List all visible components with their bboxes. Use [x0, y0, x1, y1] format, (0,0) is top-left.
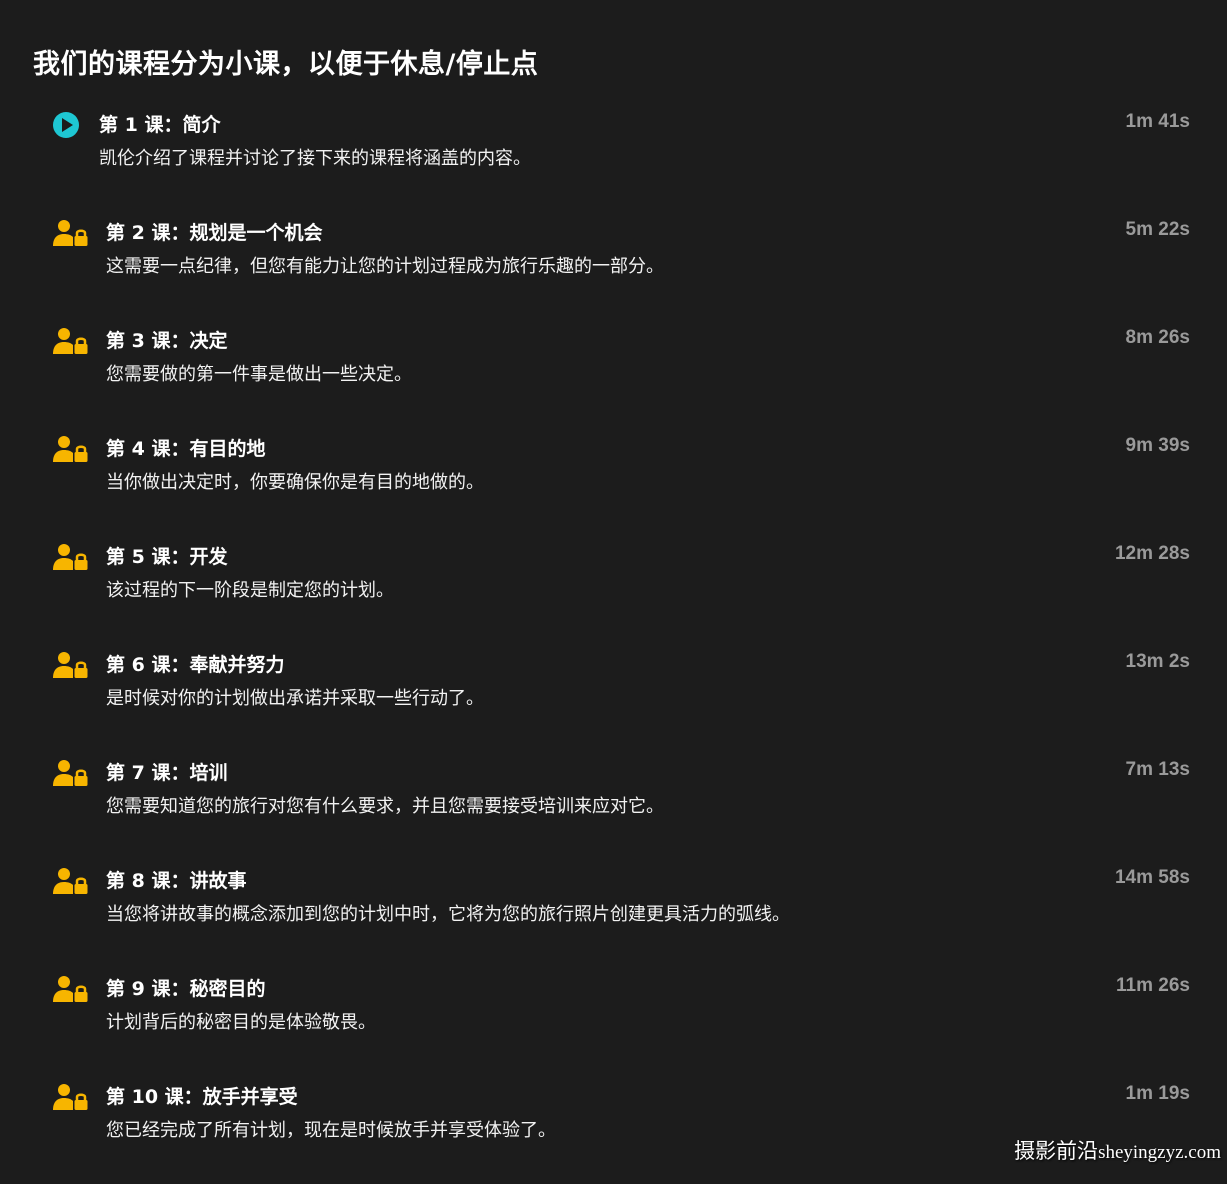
locked-user-icon — [52, 218, 88, 248]
lesson-duration: 14m 58s — [1114, 867, 1190, 888]
lesson-duration: 5m 22s — [1125, 219, 1190, 240]
lesson-duration: 9m 39s — [1125, 435, 1190, 456]
lesson-list: 第 1 课：简介 凯伦介绍了课程并讨论了接下来的课程将涵盖的内容。 1m 41s… — [0, 104, 1227, 1184]
lesson-title[interactable]: 第 5 课：开发 — [106, 542, 227, 569]
lesson-item-3[interactable]: 第 3 课：决定 您需要做的第一件事是做出一些决定。 8m 26s — [0, 320, 1227, 428]
lesson-title[interactable]: 第 8 课：讲故事 — [106, 866, 246, 893]
locked-user-icon — [52, 758, 88, 788]
watermark: 摄影前沿sheyingzyz.com — [1014, 1135, 1221, 1165]
locked-user-icon — [52, 650, 88, 680]
lesson-item-6[interactable]: 第 6 课：奉献并努力 是时候对你的计划做出承诺并采取一些行动了。 13m 2s — [0, 644, 1227, 752]
lesson-item-8[interactable]: 第 8 课：讲故事 当您将讲故事的概念添加到您的计划中时，它将为您的旅行照片创建… — [0, 860, 1227, 968]
lesson-description: 计划背后的秘密目的是体验敬畏。 — [106, 1012, 376, 1033]
watermark-url: sheyingzyz.com — [1098, 1142, 1221, 1163]
locked-user-icon — [52, 434, 88, 464]
lesson-item-2[interactable]: 第 2 课：规划是一个机会 这需要一点纪律，但您有能力让您的计划过程成为旅行乐趣… — [0, 212, 1227, 320]
lesson-duration: 8m 26s — [1125, 327, 1190, 348]
lesson-title[interactable]: 第 9 课：秘密目的 — [106, 974, 265, 1001]
lesson-duration: 13m 2s — [1125, 651, 1190, 672]
lesson-description: 是时候对你的计划做出承诺并采取一些行动了。 — [106, 688, 484, 709]
lesson-item-1[interactable]: 第 1 课：简介 凯伦介绍了课程并讨论了接下来的课程将涵盖的内容。 1m 41s — [0, 104, 1227, 212]
lesson-description: 这需要一点纪律，但您有能力让您的计划过程成为旅行乐趣的一部分。 — [106, 256, 664, 277]
lesson-title[interactable]: 第 2 课：规划是一个机会 — [106, 218, 322, 245]
lesson-description: 您已经完成了所有计划，现在是时候放手并享受体验了。 — [106, 1120, 556, 1141]
locked-user-icon — [52, 326, 88, 356]
page-title: 我们的课程分为小课，以便于休息/停止点 — [33, 49, 539, 80]
lesson-description: 该过程的下一阶段是制定您的计划。 — [106, 580, 394, 601]
lesson-description: 当你做出决定时，你要确保你是有目的地做的。 — [106, 472, 484, 493]
lesson-duration: 7m 13s — [1125, 759, 1190, 780]
watermark-text: 摄影前沿 — [1014, 1139, 1099, 1163]
lesson-description: 凯伦介绍了课程并讨论了接下来的课程将涵盖的内容。 — [99, 148, 531, 169]
lesson-item-4[interactable]: 第 4 课：有目的地 当你做出决定时，你要确保你是有目的地做的。 9m 39s — [0, 428, 1227, 536]
lesson-description: 您需要做的第一件事是做出一些决定。 — [106, 364, 412, 385]
locked-user-icon — [52, 974, 88, 1004]
lesson-duration: 12m 28s — [1114, 543, 1190, 564]
lesson-duration: 11m 26s — [1116, 975, 1190, 996]
lesson-duration: 1m 41s — [1125, 111, 1190, 132]
lesson-title[interactable]: 第 6 课：奉献并努力 — [106, 650, 284, 677]
lesson-title[interactable]: 第 1 课：简介 — [99, 110, 220, 137]
lesson-item-7[interactable]: 第 7 课：培训 您需要知道您的旅行对您有什么要求，并且您需要接受培训来应对它。… — [0, 752, 1227, 860]
lesson-title[interactable]: 第 7 课：培训 — [106, 758, 227, 785]
lesson-title[interactable]: 第 3 课：决定 — [106, 326, 227, 353]
locked-user-icon — [52, 866, 88, 896]
locked-user-icon — [52, 1082, 88, 1112]
lesson-description: 当您将讲故事的概念添加到您的计划中时，它将为您的旅行照片创建更具活力的弧线。 — [106, 904, 790, 925]
lesson-item-5[interactable]: 第 5 课：开发 该过程的下一阶段是制定您的计划。 12m 28s — [0, 536, 1227, 644]
lesson-description: 您需要知道您的旅行对您有什么要求，并且您需要接受培训来应对它。 — [106, 796, 664, 817]
lesson-title[interactable]: 第 10 课：放手并享受 — [106, 1082, 298, 1109]
lesson-item-9[interactable]: 第 9 课：秘密目的 计划背后的秘密目的是体验敬畏。 11m 26s — [0, 968, 1227, 1076]
lesson-title[interactable]: 第 4 课：有目的地 — [106, 434, 265, 461]
lesson-item-10[interactable]: 第 10 课：放手并享受 您已经完成了所有计划，现在是时候放手并享受体验了。 1… — [0, 1076, 1227, 1184]
lesson-duration: 1m 19s — [1125, 1083, 1190, 1104]
play-icon[interactable] — [52, 110, 88, 140]
locked-user-icon — [52, 542, 88, 572]
